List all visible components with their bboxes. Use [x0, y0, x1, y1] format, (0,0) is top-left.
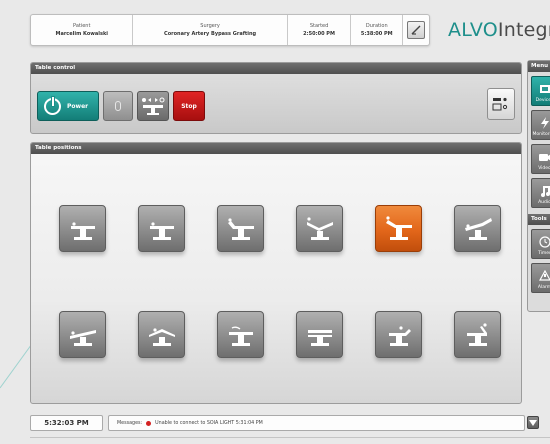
table-lithotomy-icon: [388, 325, 411, 346]
clock: 5:32:03 PM: [30, 415, 103, 431]
position-grid: [59, 205, 504, 358]
sidebar-item-devices[interactable]: Devices: [531, 76, 550, 106]
duration-time: 5:38:00 PM: [360, 31, 393, 37]
sidebar-item-label: Video: [538, 166, 550, 171]
table-control-buttons: Power Stop: [37, 91, 205, 121]
zero-icon: [115, 101, 121, 111]
sidebar-item-video[interactable]: Video: [531, 144, 550, 174]
diagonal-switch-icon[interactable]: [407, 21, 426, 39]
table-level-icon: [307, 329, 332, 346]
error-indicator-icon: [146, 420, 152, 426]
table-position-button[interactable]: [296, 205, 343, 252]
patient-name: Marcelim Kowalski: [55, 31, 108, 37]
stop-label: Stop: [181, 102, 197, 110]
alarm-icon: [538, 270, 550, 282]
table-position-button[interactable]: [59, 311, 106, 358]
sidebar-item-label: Timer: [538, 251, 550, 256]
tool-items: Timer Alarm: [528, 229, 550, 293]
remote-control-button[interactable]: [487, 88, 515, 120]
surgery-label: Surgery: [200, 23, 220, 29]
table-seated-icon: [466, 322, 487, 346]
sidebar-item-label: Audio: [538, 200, 550, 205]
table-flex-icon: [306, 216, 333, 240]
table-position-button[interactable]: [454, 311, 501, 358]
started-cell: Started 2:50:00 PM: [288, 15, 352, 45]
table-position-button[interactable]: [296, 311, 343, 358]
zero-position-button[interactable]: [103, 91, 133, 121]
table-trendelenburg-icon: [227, 217, 254, 240]
music-note-icon: [538, 185, 550, 197]
brand-logo: ALVOIntegr: [448, 19, 550, 41]
remote-device-icon: [492, 97, 508, 111]
table-position-button[interactable]: [138, 311, 185, 358]
messages-label: Messages:: [117, 420, 143, 426]
sidebar-item-alarm[interactable]: Alarm: [531, 263, 550, 293]
surgery-cell: Surgery Coronary Artery Bypass Grafting: [133, 15, 288, 45]
timer-icon: [538, 236, 550, 248]
patient-info-bar: Patient Marcelim Kowalski Surgery Corona…: [30, 14, 430, 46]
menu-items: Devices Monitoring Video Audio: [528, 76, 550, 208]
sidebar-item-label: Alarm: [537, 285, 550, 290]
message-text: Unable to connect to SOIA LIGHT 5:31:04 …: [155, 420, 263, 426]
message-expand-button[interactable]: [527, 416, 539, 429]
bottom-status-strip: [30, 437, 550, 444]
patient-cell: Patient Marcelim Kowalski: [31, 15, 134, 45]
table-lateral-icon: [148, 327, 175, 346]
menu-title: Menu: [528, 61, 550, 72]
table-positions-panel: Table positions: [30, 142, 522, 404]
tools-title: Tools: [528, 214, 550, 225]
table-control-title: Table control: [31, 63, 521, 74]
table-reverse-flex-icon: [464, 217, 492, 240]
header-toggle-cell[interactable]: [403, 15, 429, 45]
stop-button[interactable]: Stop: [173, 91, 205, 121]
sidebar-item-audio[interactable]: Audio: [531, 178, 550, 208]
started-time: 2:50:00 PM: [303, 31, 335, 37]
lightning-icon: [538, 117, 550, 129]
table-position-button[interactable]: [375, 205, 422, 252]
surgery-name: Coronary Artery Bypass Grafting: [164, 31, 257, 37]
table-move-icon: [142, 97, 165, 115]
power-icon: [44, 95, 61, 115]
table-move-button[interactable]: [137, 91, 169, 121]
table-control-panel: Table control Power Stop: [30, 62, 522, 134]
table-position-button[interactable]: [59, 205, 106, 252]
duration-label: Duration: [365, 23, 388, 29]
brand-part-2: Integr: [497, 19, 550, 41]
table-position-button[interactable]: [138, 205, 185, 252]
sidebar-item-label: Monitoring: [532, 132, 550, 137]
brand-part-1: ALVO: [448, 19, 498, 41]
devices-icon: [538, 83, 550, 95]
table-position-button[interactable]: [454, 205, 501, 252]
table-tilt-left-icon: [69, 329, 96, 346]
table-flat-icon: [149, 221, 174, 240]
sidebar-item-timer[interactable]: Timer: [531, 229, 550, 259]
right-sidebar: Menu Devices Monitoring Video Audio Tools T…: [527, 60, 550, 312]
table-beach-chair-icon: [385, 215, 412, 240]
camera-icon: [538, 151, 550, 163]
patient-label: Patient: [73, 23, 91, 29]
table-flat-icon: [70, 221, 95, 240]
table-position-button[interactable]: [217, 205, 264, 252]
table-prone-icon: [228, 326, 253, 346]
table-positions-title: Table positions: [31, 143, 521, 154]
power-label: Power: [67, 102, 89, 110]
duration-cell: Duration 5:38:00 PM: [351, 15, 404, 45]
table-position-button[interactable]: [375, 311, 422, 358]
chevron-down-icon: [529, 419, 537, 426]
started-label: Started: [309, 23, 329, 29]
message-bar: Messages: Unable to connect to SOIA LIGH…: [108, 415, 525, 431]
sidebar-item-label: Devices: [535, 98, 550, 103]
sidebar-item-monitoring[interactable]: Monitoring: [531, 110, 550, 140]
tools-section: Tools Timer Alarm: [528, 214, 550, 293]
table-position-button[interactable]: [217, 311, 264, 358]
power-button[interactable]: Power: [37, 91, 99, 121]
